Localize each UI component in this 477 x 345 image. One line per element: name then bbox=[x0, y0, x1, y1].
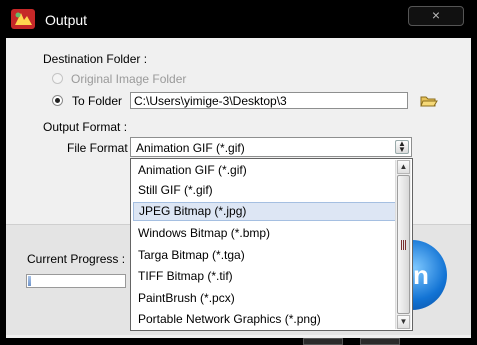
list-item[interactable]: TIFF Bitmap (*.tif) bbox=[133, 267, 397, 286]
to-folder-label: To Folder bbox=[72, 94, 123, 108]
list-item-highlighted[interactable]: JPEG Bitmap (*.jpg) bbox=[133, 202, 397, 221]
scrollbar-thumb[interactable] bbox=[397, 175, 410, 314]
title-bar: Output × bbox=[0, 0, 477, 38]
list-item[interactable]: Animation GIF (*.gif) bbox=[133, 161, 397, 180]
list-item[interactable]: Windows Bitmap (*.bmp) bbox=[133, 224, 397, 243]
dialog-body: Destination Folder : Original Image Fold… bbox=[6, 38, 471, 338]
folder-open-icon[interactable] bbox=[420, 94, 438, 108]
close-button[interactable]: × bbox=[408, 6, 464, 26]
to-folder-radio[interactable] bbox=[52, 95, 63, 106]
footer-button-left[interactable] bbox=[303, 338, 343, 345]
list-item[interactable]: Portable Network Graphics (*.png) bbox=[133, 310, 397, 329]
output-dialog: Output × Destination Folder : Original I… bbox=[0, 0, 477, 345]
file-format-label: File Format bbox=[67, 141, 128, 155]
window-title: Output bbox=[45, 12, 88, 28]
folder-path-input[interactable] bbox=[130, 92, 408, 109]
progress-fill bbox=[28, 276, 31, 286]
file-format-dropdown-list[interactable]: Animation GIF (*.gif) Still GIF (*.gif) … bbox=[130, 158, 413, 331]
original-folder-label: Original Image Folder bbox=[71, 72, 187, 86]
start-button-label: n bbox=[413, 260, 429, 290]
file-format-selected-value: Animation GIF (*.gif) bbox=[136, 141, 245, 155]
original-folder-radio[interactable] bbox=[52, 73, 63, 84]
footer-button-right[interactable] bbox=[360, 338, 400, 345]
progress-bar bbox=[26, 274, 126, 288]
list-item[interactable]: PaintBrush (*.pcx) bbox=[133, 289, 397, 308]
file-format-select[interactable]: Animation GIF (*.gif) ▲ ▼ bbox=[130, 137, 412, 157]
dropdown-scrollbar[interactable]: ▲ ▼ bbox=[395, 160, 411, 329]
destination-folder-label: Destination Folder : bbox=[43, 52, 148, 66]
scroll-up-icon[interactable]: ▲ bbox=[397, 160, 410, 174]
list-item[interactable]: Still GIF (*.gif) bbox=[133, 181, 397, 200]
chevron-updown-icon[interactable]: ▲ ▼ bbox=[395, 140, 409, 154]
list-item[interactable]: Targa Bitmap (*.tga) bbox=[133, 246, 397, 265]
output-format-label: Output Format : bbox=[43, 120, 128, 134]
app-logo-icon bbox=[11, 9, 35, 29]
current-progress-label: Current Progress : bbox=[27, 252, 126, 266]
scroll-down-icon[interactable]: ▼ bbox=[397, 315, 410, 329]
